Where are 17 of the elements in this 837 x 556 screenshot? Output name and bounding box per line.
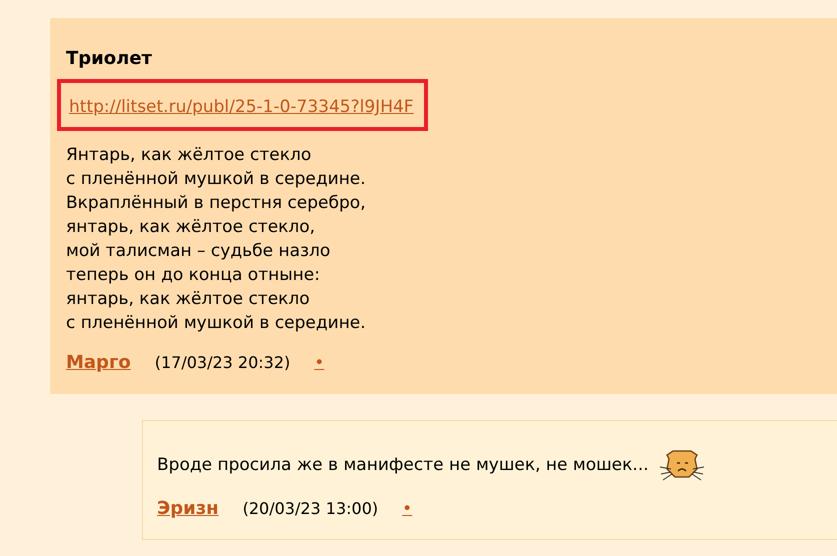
permalink[interactable]: •	[402, 497, 420, 521]
url-link[interactable]: http://litset.ru/publ/25-1-0-73345?l9JH4F	[69, 97, 414, 117]
author-link[interactable]: Марго	[66, 351, 131, 375]
poem-line: теперь он до конца отныне:	[66, 264, 321, 287]
poem-line: янтарь, как жёлтое стекло	[66, 288, 311, 311]
comment-date: (20/03/23 13:00)	[242, 498, 378, 520]
comment-title: Триолет	[66, 47, 153, 71]
poem-line: янтарь, как жёлтое стекло,	[66, 216, 316, 239]
poem-line: мой талисман – судьбе назло	[66, 240, 332, 263]
author-link[interactable]: Эризн	[157, 497, 219, 521]
comment-text: Вроде просила же в манифесте не мушек, не мошек...	[157, 454, 649, 477]
comment-date: (17/03/23 20:32)	[154, 352, 290, 374]
poem-line: Янтарь, как жёлтое стекло	[66, 144, 312, 167]
permalink[interactable]: •	[314, 351, 332, 375]
poem-line: Вкраплённый в перстня серебро,	[66, 192, 367, 215]
poem-line: с пленённой мушкой в середине.	[66, 168, 367, 191]
poem-line: с пленённой мушкой в середине.	[66, 312, 367, 335]
